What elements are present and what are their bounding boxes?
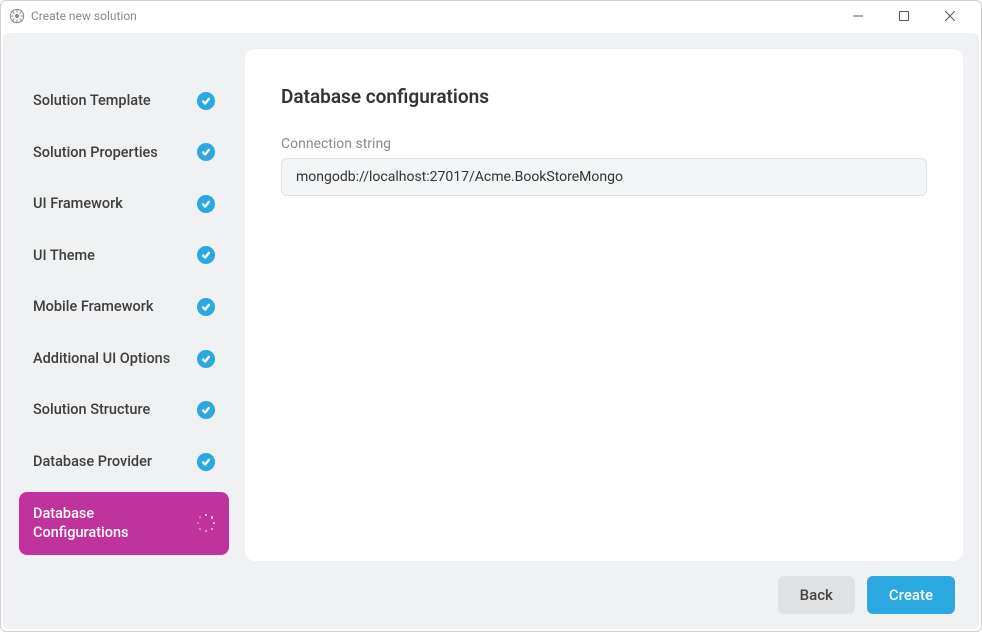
check-icon bbox=[197, 92, 215, 110]
page-title: Database configurations bbox=[281, 85, 927, 108]
step-label: Database Configurations bbox=[33, 504, 189, 543]
check-icon bbox=[197, 401, 215, 419]
check-icon bbox=[197, 298, 215, 316]
check-icon bbox=[197, 195, 215, 213]
check-icon bbox=[197, 143, 215, 161]
main-panel: Database configurations Connection strin… bbox=[245, 49, 963, 561]
spinner-icon bbox=[197, 514, 215, 532]
step-label: Database Provider bbox=[33, 452, 189, 472]
connection-string-input[interactable] bbox=[281, 158, 927, 196]
check-icon bbox=[197, 350, 215, 368]
step-ui-theme[interactable]: UI Theme bbox=[19, 234, 229, 278]
close-button[interactable] bbox=[927, 1, 973, 31]
step-label: Solution Structure bbox=[33, 400, 189, 420]
step-label: Solution Template bbox=[33, 91, 189, 111]
step-solution-structure[interactable]: Solution Structure bbox=[19, 388, 229, 432]
window-controls bbox=[835, 1, 973, 31]
step-mobile-framework[interactable]: Mobile Framework bbox=[19, 285, 229, 329]
create-button[interactable]: Create bbox=[867, 576, 955, 614]
check-icon bbox=[197, 246, 215, 264]
dialog-window: Create new solution Solution Template bbox=[0, 0, 982, 632]
maximize-button[interactable] bbox=[881, 1, 927, 31]
step-label: Solution Properties bbox=[33, 143, 189, 163]
content-row: Solution Template Solution Properties UI… bbox=[3, 33, 979, 561]
back-button[interactable]: Back bbox=[778, 576, 855, 614]
check-icon bbox=[197, 453, 215, 471]
wizard-sidebar: Solution Template Solution Properties UI… bbox=[19, 49, 229, 561]
step-solution-template[interactable]: Solution Template bbox=[19, 79, 229, 123]
dialog-footer: Back Create bbox=[3, 561, 979, 629]
app-icon bbox=[9, 8, 25, 24]
window-title: Create new solution bbox=[31, 9, 137, 23]
step-label: Mobile Framework bbox=[33, 297, 189, 317]
dialog-body: Solution Template Solution Properties UI… bbox=[3, 33, 979, 629]
step-solution-properties[interactable]: Solution Properties bbox=[19, 131, 229, 175]
step-database-configurations[interactable]: Database Configurations bbox=[19, 492, 229, 555]
titlebar: Create new solution bbox=[1, 1, 981, 31]
step-database-provider[interactable]: Database Provider bbox=[19, 440, 229, 484]
connection-field: Connection string bbox=[281, 136, 927, 196]
step-additional-ui-options[interactable]: Additional UI Options bbox=[19, 337, 229, 381]
step-label: Additional UI Options bbox=[33, 349, 189, 369]
step-ui-framework[interactable]: UI Framework bbox=[19, 182, 229, 226]
step-label: UI Framework bbox=[33, 194, 189, 214]
minimize-button[interactable] bbox=[835, 1, 881, 31]
connection-string-label: Connection string bbox=[281, 136, 927, 152]
step-label: UI Theme bbox=[33, 246, 189, 266]
